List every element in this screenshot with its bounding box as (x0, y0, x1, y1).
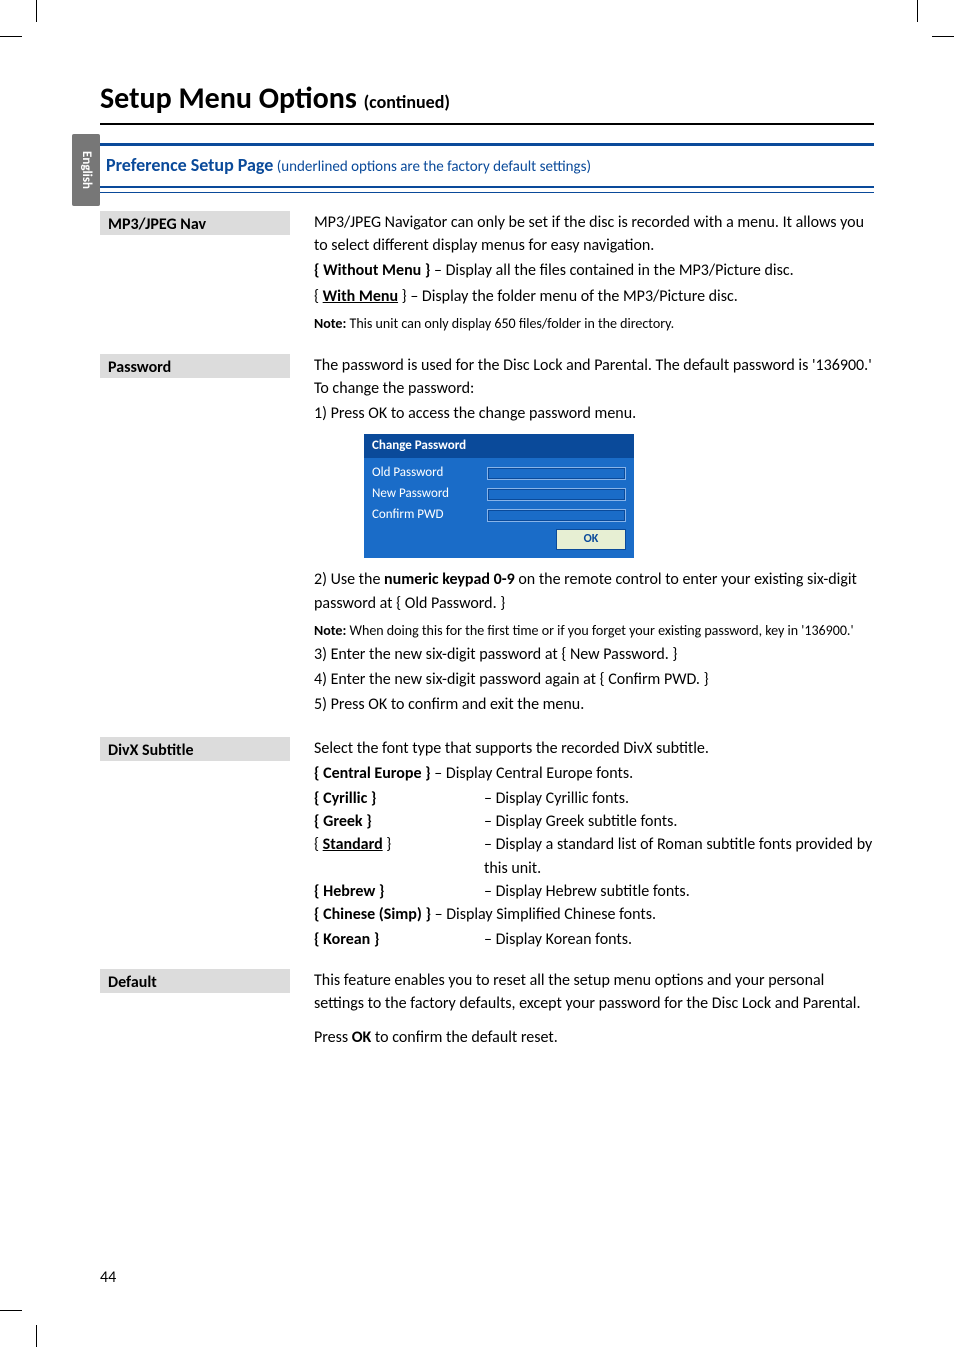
pw-desc: The password is used for the Disc Lock a… (314, 354, 874, 400)
section-default: Default This feature enables you to rese… (100, 969, 874, 1051)
divider (100, 123, 874, 125)
pw-step2: 2) Use the numeric keypad 0-9 on the rem… (314, 568, 874, 614)
divx-central: { Central Europe } – Display Central Eur… (314, 762, 874, 785)
def: – Display a standard list of Roman subti… (484, 833, 874, 879)
divx-chinese: { Chinese (Simp) } – Display Simplified … (314, 903, 874, 926)
default-desc: This feature enables you to reset all th… (314, 969, 874, 1015)
label-divx: DivX Subtitle (100, 737, 290, 761)
divider (100, 192, 874, 193)
brace: { (314, 835, 323, 854)
old-password-field[interactable] (487, 467, 626, 480)
mp3-opt-without: { Without Menu } – Display all the files… (314, 259, 874, 282)
title-main: Setup Menu Options (100, 80, 364, 117)
t: Press (314, 1028, 352, 1047)
new-password-row: New Password (372, 485, 626, 504)
pref-header-sub: (underlined options are the factory defa… (273, 158, 591, 176)
term: { Chinese (Simp) } (314, 905, 431, 924)
new-password-field[interactable] (487, 488, 626, 501)
confirm-pwd-field[interactable] (487, 509, 626, 522)
term: { Cyrillic } (314, 789, 376, 808)
old-password-label: Old Password (372, 464, 487, 483)
brace: } (383, 835, 392, 854)
mp3-note: Note: This unit can only display 650 fil… (314, 314, 874, 334)
def: – Display Korean fonts. (484, 928, 874, 951)
note-label: Note: (314, 315, 346, 332)
pw-note: Note: When doing this for the first time… (314, 621, 874, 641)
confirm-pwd-label: Confirm PWD (372, 506, 487, 525)
dialog-title: Change Password (364, 434, 634, 459)
term: { Central Europe } (314, 764, 431, 783)
pw-step3: 3) Enter the new six-digit password at {… (314, 643, 874, 666)
pw-step1-text: 1) Press OK to access the change passwor… (314, 404, 636, 423)
opt-with-term: With Menu (323, 287, 398, 306)
def: – Display Simplified Chinese fonts. (431, 905, 656, 924)
term: { Korean } (314, 930, 379, 949)
mp3-desc: MP3/JPEG Navigator can only be set if th… (314, 211, 874, 257)
ok-text: OK (352, 1028, 372, 1047)
ok-button[interactable]: OK (556, 529, 626, 550)
preference-header: Preference Setup Page (underlined option… (100, 143, 874, 188)
section-divx: DivX Subtitle Select the font type that … (100, 737, 874, 952)
title-continued: (continued) (364, 91, 450, 113)
pw-step4: 4) Enter the new six-digit password agai… (314, 668, 874, 691)
divx-korean: { Korean } – Display Korean fonts. (314, 928, 874, 951)
section-password: Password The password is used for the Di… (100, 354, 874, 719)
brace: { (314, 287, 323, 306)
opt-with-def: – Display the folder menu of the MP3/Pic… (407, 287, 738, 306)
note-label: Note: (314, 622, 346, 639)
label-mp3jpeg: MP3/JPEG Nav (100, 211, 290, 235)
note-text: When doing this for the first time or if… (346, 622, 853, 639)
divx-hebrew: { Hebrew } – Display Hebrew subtitle font… (314, 880, 874, 903)
divx-cyrillic: { Cyrillic } – Display Cyrillic fonts. (314, 787, 874, 810)
language-tab: English (72, 134, 100, 206)
note-text: This unit can only display 650 files/fol… (346, 315, 674, 332)
t: to confirm the default reset. (371, 1028, 557, 1047)
page-number: 44 (100, 1268, 116, 1287)
old-password-row: Old Password (372, 464, 626, 483)
term: { Greek } (314, 812, 372, 831)
new-password-label: New Password (372, 485, 487, 504)
def: – Display Central Europe fonts. (431, 764, 633, 783)
term: Standard (323, 835, 383, 854)
keypad-bold: numeric keypad 0-9 (384, 570, 515, 589)
brace: } (398, 287, 407, 306)
label-default: Default (100, 969, 290, 993)
def: – Display Greek subtitle fonts. (484, 810, 874, 833)
default-confirm: Press OK to confirm the default reset. (314, 1026, 874, 1049)
pw-step1: 1) Press OK to access the change passwor… (314, 402, 874, 425)
t: 2) Use the (314, 570, 384, 589)
divx-desc: Select the font type that supports the r… (314, 737, 874, 760)
pw-step5: 5) Press OK to confirm and exit the menu… (314, 693, 874, 716)
confirm-pwd-row: Confirm PWD (372, 506, 626, 525)
divx-greek: { Greek } – Display Greek subtitle fonts. (314, 810, 874, 833)
mp3-opt-with: { With Menu } – Display the folder menu … (314, 285, 874, 308)
label-password: Password (100, 354, 290, 378)
section-mp3jpeg: MP3/JPEG Nav MP3/JPEG Navigator can only… (100, 211, 874, 336)
opt-without-def: – Display all the files contained in the… (430, 261, 793, 280)
pref-header-bold: Preference Setup Page (106, 154, 273, 176)
def: – Display Cyrillic fonts. (484, 787, 874, 810)
change-password-dialog: Change Password Old Password New Passwor… (364, 434, 634, 559)
page-title: Setup Menu Options (continued) (100, 80, 954, 117)
def: – Display Hebrew subtitle fonts. (484, 880, 874, 903)
opt-without-term: { Without Menu } (314, 261, 430, 280)
term: { Hebrew } (314, 882, 384, 901)
divx-standard: { Standard } – Display a standard list of… (314, 833, 874, 879)
